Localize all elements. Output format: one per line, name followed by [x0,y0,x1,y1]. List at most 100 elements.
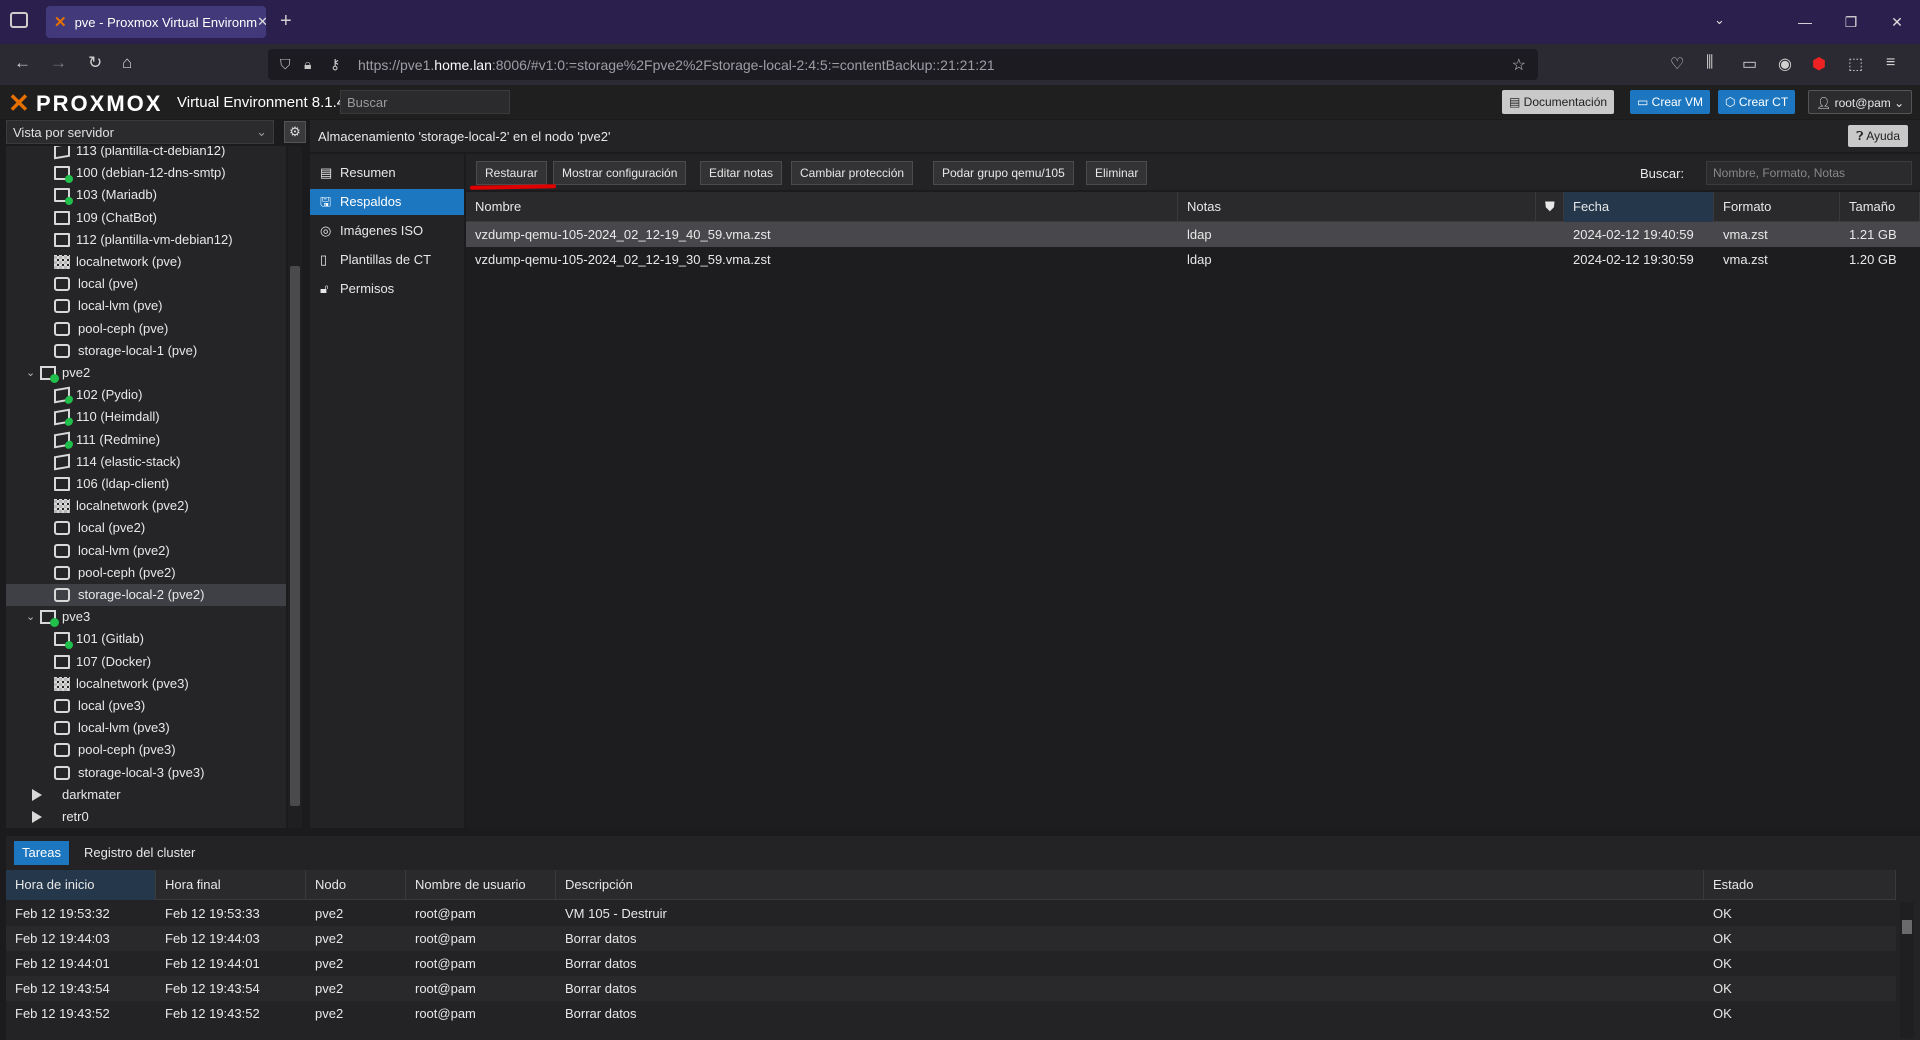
col-description[interactable]: Descripción [556,870,1704,900]
sidebar-icon[interactable]: ▭ [1742,54,1757,74]
minimize-icon[interactable]: — [1782,0,1828,44]
tab-overview-icon[interactable] [10,12,28,28]
account-icon[interactable]: ◉ [1778,54,1792,74]
backup-search-input[interactable]: Nombre, Formato, Notas [1706,161,1912,185]
new-tab-icon[interactable]: + [280,10,292,33]
tree-item[interactable]: 103 (Mariadb) [6,184,286,206]
create-vm-button[interactable]: ▭ Crear VM [1630,90,1711,114]
scrollbar-thumb[interactable] [290,266,300,806]
lock-icon[interactable]: 🔒︎ [304,56,311,73]
documentation-button[interactable]: ▤ Documentación [1502,90,1615,114]
tree-item[interactable]: 111 (Redmine) [6,429,286,451]
close-tab-icon[interactable]: ✕ [257,14,266,30]
col-start[interactable]: Hora de inicio [6,870,156,900]
tree-item[interactable]: pool-ceph (pve3) [6,739,286,761]
pocket-icon[interactable]: ♡ [1670,54,1684,74]
scrollbar-thumb[interactable] [1902,920,1912,934]
col-name[interactable]: Nombre [466,192,1178,222]
extensions-icon[interactable]: ⬚ [1848,54,1863,74]
home-icon[interactable]: ⌂ [122,53,132,73]
tree-item[interactable]: storage-local-3 (pve3) [6,762,286,784]
col-format[interactable]: Formato [1714,192,1840,222]
list-tabs-icon[interactable]: ⌄ [1714,12,1725,28]
create-ct-button[interactable]: ⬡ Crear CT [1718,90,1796,114]
submenu-item[interactable]: ▯ Plantillas de CT [310,247,464,273]
expand-toggle-icon[interactable]: ⌄ [26,362,35,384]
tree-item[interactable]: local (pve3) [6,695,286,717]
permissions-icon[interactable]: ⚷ [330,56,340,73]
tree-item[interactable]: 113 (plantilla-ct-debian12) [6,146,286,162]
submenu-item[interactable]: 🖫︎ Respaldos [310,189,464,215]
tree-item[interactable]: local (pve) [6,273,286,295]
change-protection-button[interactable]: Cambiar protección [791,161,914,185]
tab-tasks[interactable]: Tareas [14,841,70,865]
table-row[interactable]: vzdump-qemu-105-2024_02_12-19_40_59.vma.… [466,222,1920,247]
task-scrollbar[interactable] [1900,902,1914,1038]
tree-item[interactable]: local (pve2) [6,517,286,539]
col-node[interactable]: Nodo [306,870,406,900]
tree-item[interactable]: localnetwork (pve2) [6,495,286,517]
global-search-input[interactable]: Buscar [340,90,510,114]
col-date[interactable]: Fecha [1564,192,1714,222]
tree-item[interactable]: storage-local-1 (pve) [6,340,286,362]
tree-item[interactable]: pool-ceph (pve) [6,318,286,340]
tab-cluster-log[interactable]: Registro del cluster [76,841,203,865]
tree-item[interactable]: localnetwork (pve3) [6,673,286,695]
tree-item[interactable]: retr0 [6,806,286,828]
submenu-item[interactable]: 🔓︎ Permisos [310,276,464,302]
reload-icon[interactable]: ↻ [88,53,102,73]
tree-item[interactable]: local-lvm (pve) [6,295,286,317]
shield-icon[interactable]: ⛉ [280,56,291,73]
restore-button[interactable]: Restaurar [476,161,547,185]
col-status[interactable]: Estado [1704,870,1896,900]
edit-notes-button[interactable]: Editar notas [700,161,783,185]
tree-item[interactable]: 114 (elastic-stack) [6,451,286,473]
tree-item[interactable]: 102 (Pydio) [6,384,286,406]
table-row[interactable]: Feb 12 19:44:01 Feb 12 19:44:01 pve2 root@p… [6,951,1896,976]
tree-item[interactable]: 109 (ChatBot) [6,207,286,229]
back-icon[interactable]: ← [14,53,31,73]
table-row[interactable]: vzdump-qemu-105-2024_02_12-19_30_59.vma.… [466,247,1920,272]
help-button[interactable]: ❓︎ Ayuda [1848,125,1908,147]
table-row[interactable]: Feb 12 19:43:54 Feb 12 19:43:54 pve2 root@p… [6,976,1896,1001]
show-config-button[interactable]: Mostrar configuración [553,161,687,185]
table-row[interactable]: Feb 12 19:44:03 Feb 12 19:44:03 pve2 root@p… [6,926,1896,951]
tree-scrollbar[interactable] [288,146,302,828]
tree-item[interactable]: 106 (ldap-client) [6,473,286,495]
forward-icon[interactable]: → [50,53,67,73]
gear-icon[interactable]: ⚙ [284,121,306,143]
tree-item[interactable]: 107 (Docker) [6,651,286,673]
col-user[interactable]: Nombre de usuario [406,870,556,900]
tree-item[interactable]: 112 (plantilla-vm-debian12) [6,229,286,251]
tree-item[interactable]: darkmater [6,784,286,806]
col-end[interactable]: Hora final [156,870,306,900]
view-selector[interactable]: Vista por servidor ⌄ [6,120,274,144]
tree-item[interactable]: localnetwork (pve) [6,251,286,273]
table-row[interactable]: Feb 12 19:43:52 Feb 12 19:43:52 pve2 root@p… [6,1001,1896,1026]
tree-item[interactable]: 100 (debian-12-dns-smtp) [6,162,286,184]
submenu-item[interactable]: ◎ Imágenes ISO [310,218,464,244]
tree-item[interactable]: 101 (Gitlab) [6,628,286,650]
restore-icon[interactable]: ❐ [1828,0,1874,44]
delete-button[interactable]: Eliminar [1086,161,1148,185]
tree-item[interactable]: pool-ceph (pve2) [6,562,286,584]
library-icon[interactable]: ⫼ [1706,54,1713,72]
close-window-icon[interactable]: ✕ [1874,0,1920,44]
browser-tab[interactable]: ✕ pve - Proxmox Virtual Environm ✕ [46,6,266,38]
url-bar[interactable]: ⛉ 🔒︎ ⚷ https://pve1. home.lan:8006/#v1:0:… [268,49,1538,80]
col-notes[interactable]: Notas [1178,192,1536,222]
tree-item[interactable]: 110 (Heimdall) [6,406,286,428]
menu-icon[interactable]: ≡ [1886,54,1895,72]
table-row[interactable]: Feb 12 19:53:32 Feb 12 19:53:33 pve2 root@p… [6,901,1896,926]
col-size[interactable]: Tamaño [1840,192,1920,222]
extension-ublock-icon[interactable]: ⬢ [1812,54,1826,74]
submenu-item[interactable]: ▤ Resumen [310,160,464,186]
bookmark-star-icon[interactable]: ☆ [1512,55,1526,75]
prune-group-button[interactable]: Podar grupo qemu/105 [933,161,1074,185]
expand-toggle-icon[interactable]: ⌄ [26,606,35,628]
tree-item[interactable]: ⌄ pve2 [6,362,286,384]
tree-item[interactable]: local-lvm (pve3) [6,717,286,739]
col-protected-shield-icon[interactable]: ⛊ [1536,192,1564,222]
tree-item[interactable]: storage-local-2 (pve2) [6,584,286,606]
user-menu-button[interactable]: 👤︎ root@pam ⌄ [1808,90,1913,114]
